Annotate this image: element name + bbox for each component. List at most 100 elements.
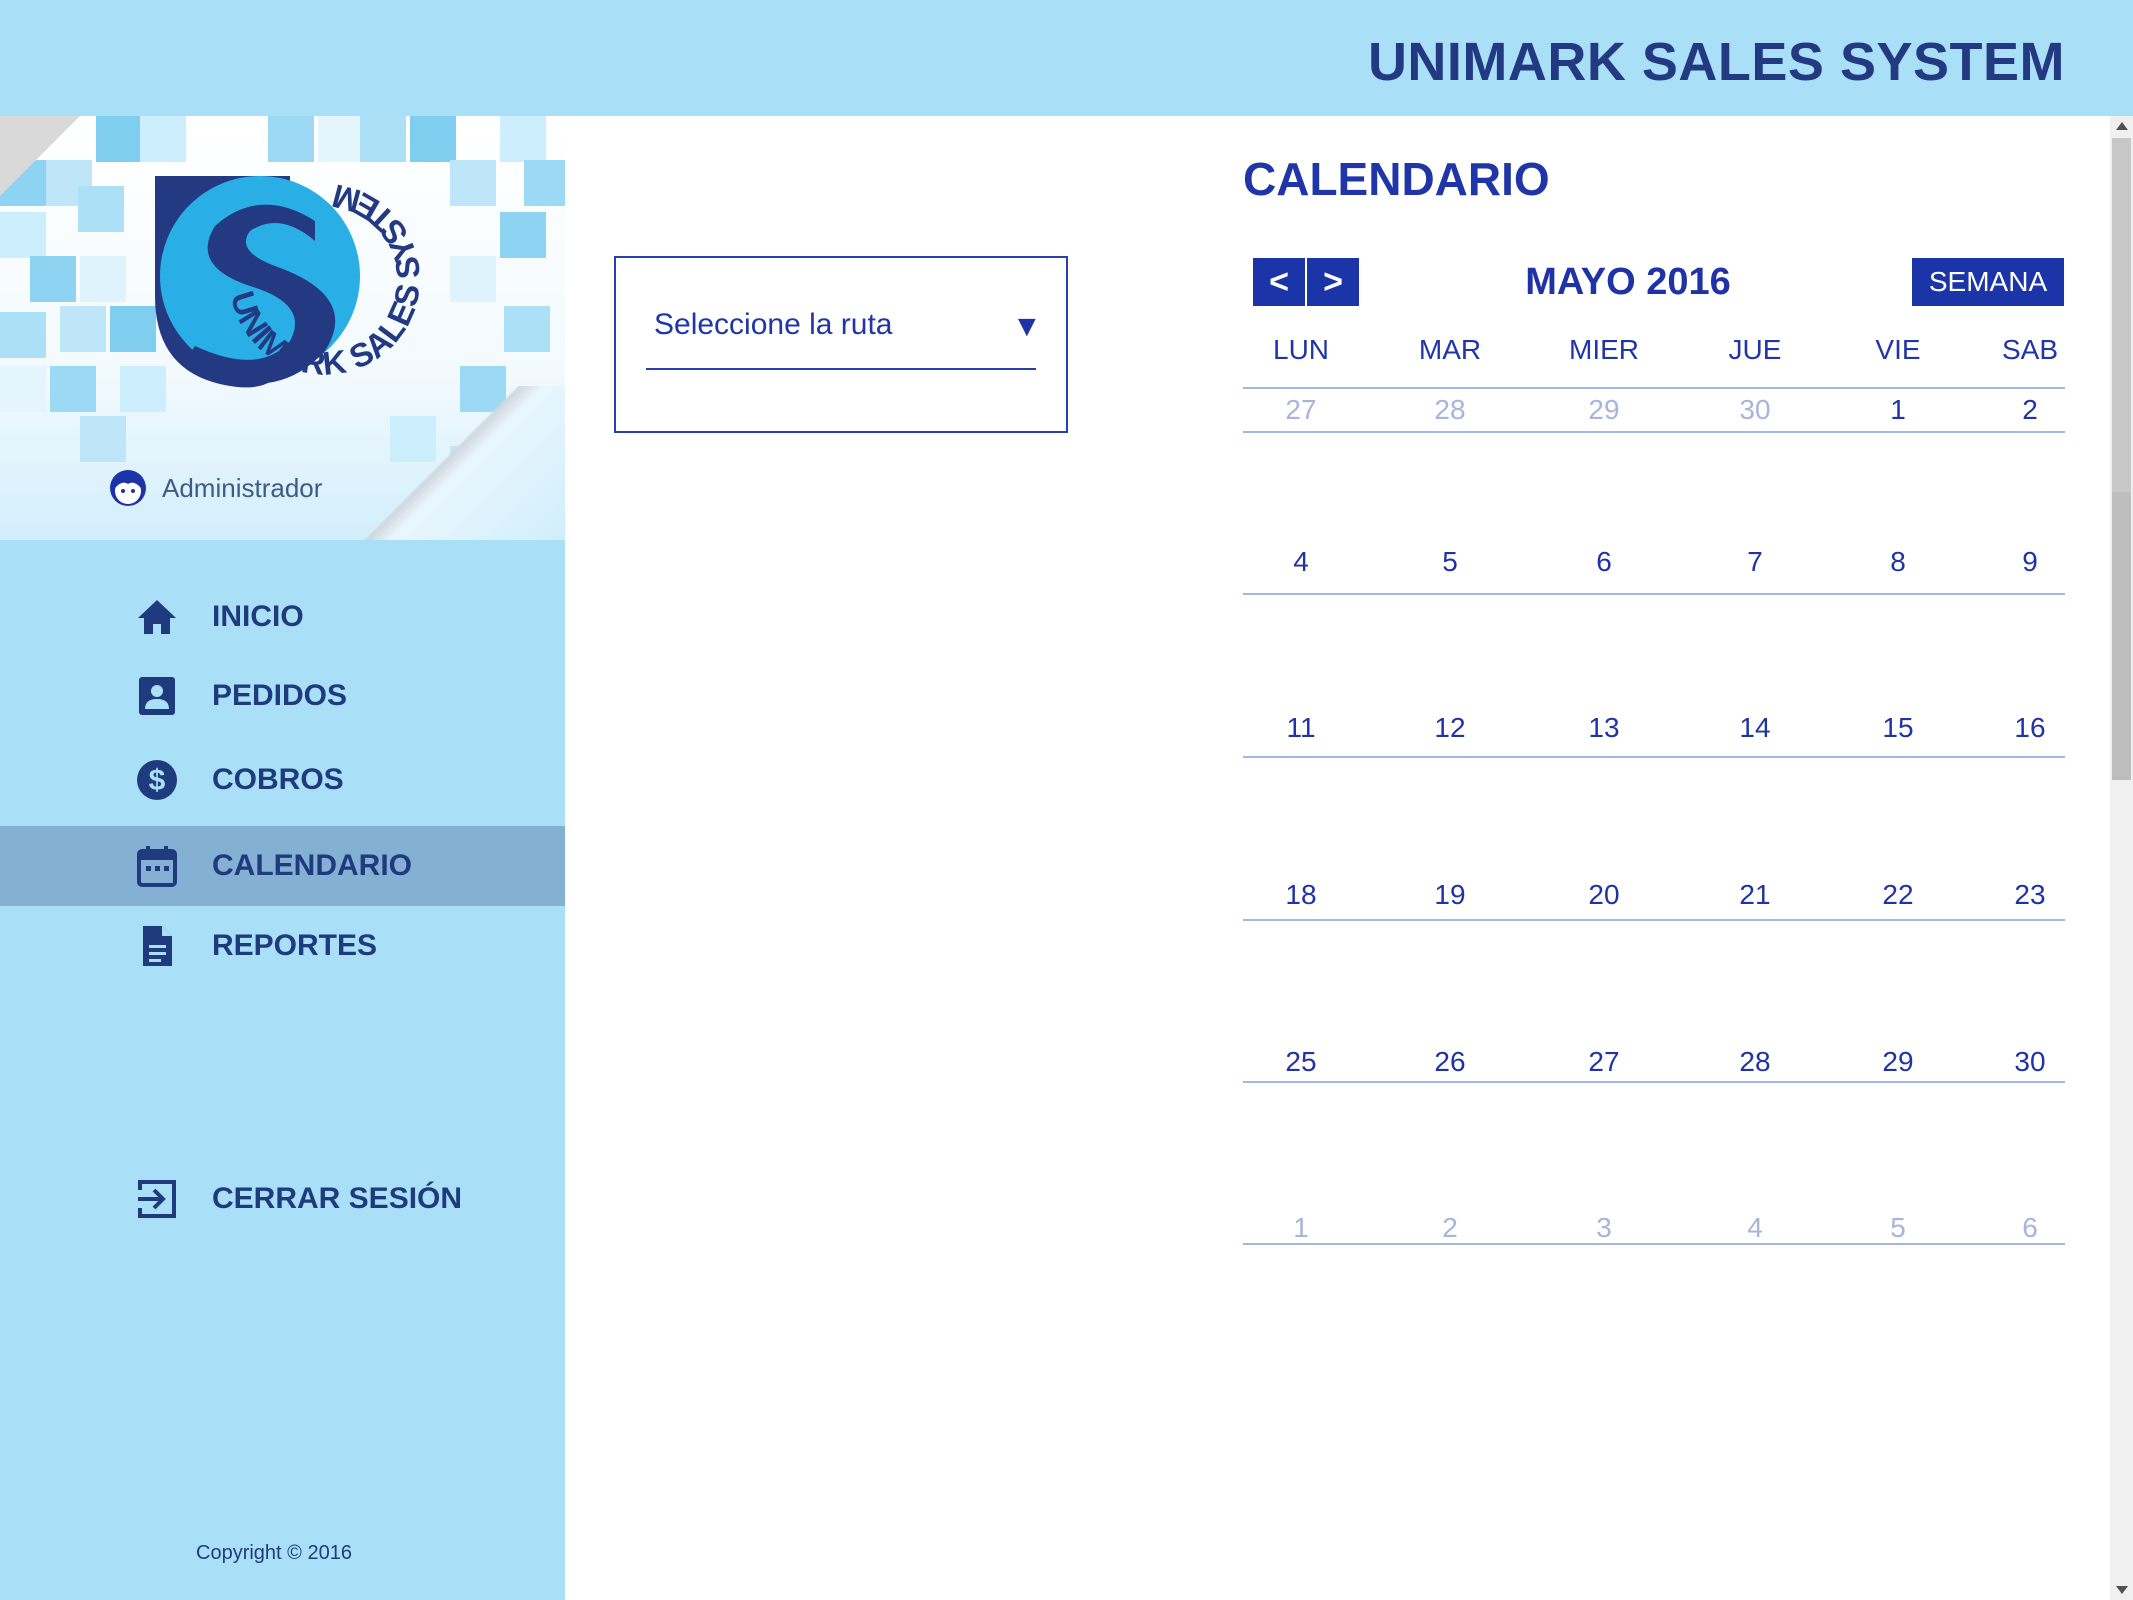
logout-button[interactable]: CERRAR SESIÓN	[0, 1159, 565, 1239]
nav-item-pedidos[interactable]: PEDIDOS	[0, 656, 565, 736]
weekday-header: VIE	[1875, 334, 1921, 365]
nav-label-cobros: COBROS	[212, 763, 344, 796]
copyright-text: Copyright © 2016	[196, 1542, 352, 1564]
weekday-header: LUN	[1272, 334, 1330, 365]
decorative-tile	[0, 312, 46, 358]
calendar-day[interactable]: 19	[1434, 879, 1465, 911]
calendar-day[interactable]: 25	[1285, 1046, 1316, 1078]
nav-label-calendario: CALENDARIO	[212, 849, 412, 882]
calendar-day[interactable]: 3	[1596, 1212, 1612, 1244]
calendar-day[interactable]: 18	[1285, 879, 1316, 911]
nav-label-reportes: REPORTES	[212, 929, 378, 962]
calendar-day[interactable]: 27	[1588, 1046, 1619, 1078]
calendar-day[interactable]: 20	[1588, 879, 1619, 911]
calendar-day[interactable]: 14	[1739, 712, 1770, 744]
calendar-day[interactable]: 21	[1739, 879, 1770, 911]
calendar-day[interactable]: 30	[1739, 394, 1770, 426]
prev-month-button[interactable]: <	[1253, 258, 1305, 306]
decorative-tile	[78, 186, 124, 232]
week-divider	[1243, 1243, 2065, 1245]
app-title: UNIMARK SALES SYSTEM	[1367, 32, 2065, 92]
nav-item-cobros[interactable]: $ COBROS	[0, 740, 565, 820]
triangle-down-icon	[2115, 1586, 2128, 1594]
calendar-day[interactable]: 1	[1293, 1212, 1309, 1244]
decorative-tile	[80, 256, 126, 302]
calendar-day[interactable]: 28	[1434, 394, 1465, 426]
calendar-day[interactable]: 5	[1442, 546, 1458, 578]
calendar-day[interactable]: 8	[1890, 546, 1906, 578]
main-content: Seleccione la ruta ▼ CALENDARIO < > MAYO…	[565, 116, 2110, 1600]
unimark-logo: UNIMARK SALES SYSTEM	[155, 176, 427, 388]
calendar-day[interactable]: 29	[1588, 394, 1619, 426]
calendar-day[interactable]: 4	[1293, 546, 1309, 578]
weekday-divider	[1243, 387, 2065, 389]
triangle-up-icon	[2115, 122, 2128, 130]
calendar-day[interactable]: 4	[1747, 1212, 1763, 1244]
top-bar: UNIMARK SALES SYSTEM	[0, 0, 2133, 116]
svg-text:$: $	[149, 764, 166, 797]
calendar-icon	[137, 846, 177, 887]
page-peel-top-left	[0, 116, 80, 196]
decorative-tile	[524, 160, 565, 206]
calendar-day[interactable]: 11	[1286, 712, 1315, 744]
logout-label: CERRAR SESIÓN	[212, 1182, 463, 1215]
route-select-underline	[646, 368, 1036, 370]
month-label: MAYO 2016	[1525, 261, 1731, 303]
calendar-day[interactable]: 28	[1739, 1046, 1770, 1078]
calendar-day[interactable]: 16	[2014, 712, 2045, 744]
contact-card-icon	[139, 677, 175, 715]
calendar-day[interactable]: 22	[1882, 879, 1913, 911]
calendar-day[interactable]: 15	[1882, 712, 1913, 744]
scroll-up-button[interactable]	[2110, 116, 2133, 136]
nav-item-inicio[interactable]: INICIO	[0, 577, 565, 657]
scroll-down-button[interactable]	[2110, 1580, 2133, 1600]
decorative-tile	[96, 116, 142, 162]
scrollbar-thumb[interactable]	[2112, 492, 2131, 780]
dropdown-arrow-icon[interactable]: ▼	[1012, 310, 1042, 344]
week-divider	[1243, 919, 2065, 921]
user-face-icon	[110, 470, 146, 506]
nav-item-calendario[interactable]: CALENDARIO	[0, 826, 565, 906]
calendar-day[interactable]: 7	[1747, 546, 1763, 578]
decorative-tile	[0, 212, 46, 258]
weekday-header: MAR	[1418, 334, 1482, 365]
nav-label-pedidos: PEDIDOS	[212, 679, 348, 712]
calendar-day[interactable]: 26	[1434, 1046, 1465, 1078]
decorative-tile	[500, 116, 546, 162]
user-info: Administrador	[108, 468, 322, 508]
route-select[interactable]: Seleccione la ruta ▼	[614, 256, 1068, 433]
calendar-day[interactable]: 2	[1442, 1212, 1458, 1244]
decorative-tile	[450, 160, 496, 206]
calendar-day[interactable]: 2	[2022, 394, 2038, 426]
calendar-title: CALENDARIO	[1243, 153, 1550, 205]
weekday-header: MIER	[1569, 334, 1639, 365]
calendar-day[interactable]: 30	[2014, 1046, 2045, 1078]
decorative-tile	[504, 306, 550, 352]
week-divider	[1243, 756, 2065, 758]
route-select-placeholder: Seleccione la ruta	[654, 308, 893, 341]
week-view-button[interactable]: SEMANA	[1912, 258, 2064, 306]
user-name: Administrador	[162, 472, 323, 503]
week-divider	[1243, 431, 2065, 433]
calendar-day[interactable]: 12	[1434, 712, 1465, 744]
calendar-day[interactable]: 29	[1882, 1046, 1913, 1078]
sidebar-header: UNIMARK SALES SYSTEM Administrador	[0, 116, 565, 540]
calendar-day[interactable]: 27	[1285, 394, 1316, 426]
decorative-tile	[30, 256, 76, 302]
decorative-tile	[0, 366, 46, 412]
decorative-tile	[450, 256, 496, 302]
calendar-day[interactable]: 6	[2022, 1212, 2038, 1244]
calendar-day[interactable]: 13	[1588, 712, 1619, 744]
vertical-scrollbar[interactable]	[2110, 116, 2133, 1600]
week-divider	[1243, 593, 2065, 595]
sidebar: UNIMARK SALES SYSTEM Administrador INICI…	[0, 116, 565, 1600]
next-month-button[interactable]: >	[1307, 258, 1359, 306]
calendar-day[interactable]: 5	[1890, 1212, 1906, 1244]
calendar-day[interactable]: 9	[2022, 546, 2038, 578]
calendar-day[interactable]: 6	[1596, 546, 1612, 578]
calendar-day[interactable]: 23	[2014, 879, 2045, 911]
calendar-day[interactable]: 1	[1890, 394, 1906, 426]
decorative-tile	[80, 416, 126, 462]
decorative-tile	[500, 212, 546, 258]
nav-item-reportes[interactable]: REPORTES	[0, 906, 565, 986]
